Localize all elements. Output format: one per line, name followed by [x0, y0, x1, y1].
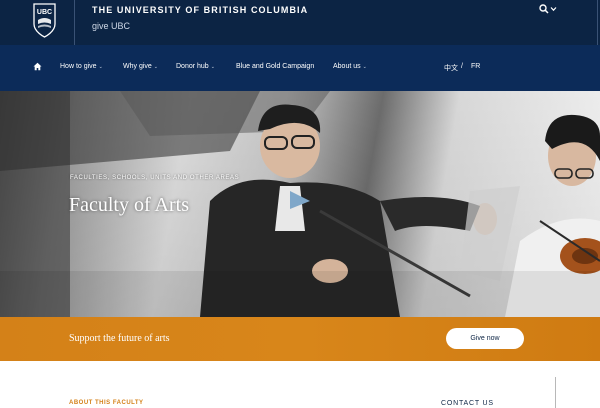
content-divider	[555, 377, 556, 408]
nav-item-donor-hub[interactable]: Donor hub ⌄	[176, 63, 215, 70]
nav-item-label: About us	[333, 63, 361, 70]
main-nav: How to give ⌄ Why give ⌄ Donor hub ⌄ Blue a…	[0, 45, 600, 91]
header-divider	[74, 0, 75, 45]
give-now-button[interactable]: Give now	[446, 328, 524, 349]
lang-separator: /	[461, 63, 463, 70]
site-header: UBC THE UNIVERSITY OF BRITISH COLUMBIA g…	[0, 0, 600, 45]
nav-item-how-to-give[interactable]: How to give ⌄	[60, 63, 103, 70]
content-area: ABOUT THIS FACULTY CONTACT US	[0, 361, 600, 408]
header-right-rule	[597, 0, 598, 45]
lang-french[interactable]: FR	[471, 63, 480, 70]
nav-item-blue-and-gold[interactable]: Blue and Gold Campaign	[236, 63, 314, 70]
ubc-logo[interactable]: UBC	[32, 2, 57, 39]
page-title: Faculty of Arts	[69, 194, 189, 216]
lang-chinese[interactable]: 中文	[444, 63, 458, 73]
nav-item-label: Donor hub	[176, 63, 209, 70]
chevron-down-icon: ⌄	[210, 64, 215, 70]
logo-text: UBC	[37, 9, 52, 16]
contact-us-heading: CONTACT US	[441, 400, 494, 407]
support-banner: Support the future of arts Give now	[0, 317, 600, 361]
chevron-down-icon	[550, 7, 557, 12]
hero-subtitle[interactable]: FACULTIES, SCHOOLS, UNITS AND OTHER AREA…	[70, 175, 239, 181]
site-name[interactable]: give UBC	[92, 21, 130, 31]
search-toggle[interactable]	[539, 3, 559, 15]
search-icon	[539, 4, 549, 14]
nav-item-label: How to give	[60, 63, 97, 70]
nav-item-about-us[interactable]: About us ⌄	[333, 63, 367, 70]
nav-item-label: Why give	[123, 63, 152, 70]
home-icon[interactable]	[33, 62, 42, 71]
university-name[interactable]: THE UNIVERSITY OF BRITISH COLUMBIA	[92, 5, 308, 15]
chevron-down-icon: ⌄	[98, 64, 103, 70]
nav-item-label: Blue and Gold Campaign	[236, 63, 315, 70]
banner-text: Support the future of arts	[69, 333, 170, 344]
chevron-down-icon: ⌄	[362, 64, 367, 70]
ubc-crest-icon: UBC	[33, 3, 56, 38]
hero-banner: FACULTIES, SCHOOLS, UNITS AND OTHER AREA…	[0, 91, 600, 317]
chevron-down-icon: ⌄	[153, 64, 158, 70]
about-faculty-heading: ABOUT THIS FACULTY	[69, 400, 144, 406]
nav-item-why-give[interactable]: Why give ⌄	[123, 63, 158, 70]
